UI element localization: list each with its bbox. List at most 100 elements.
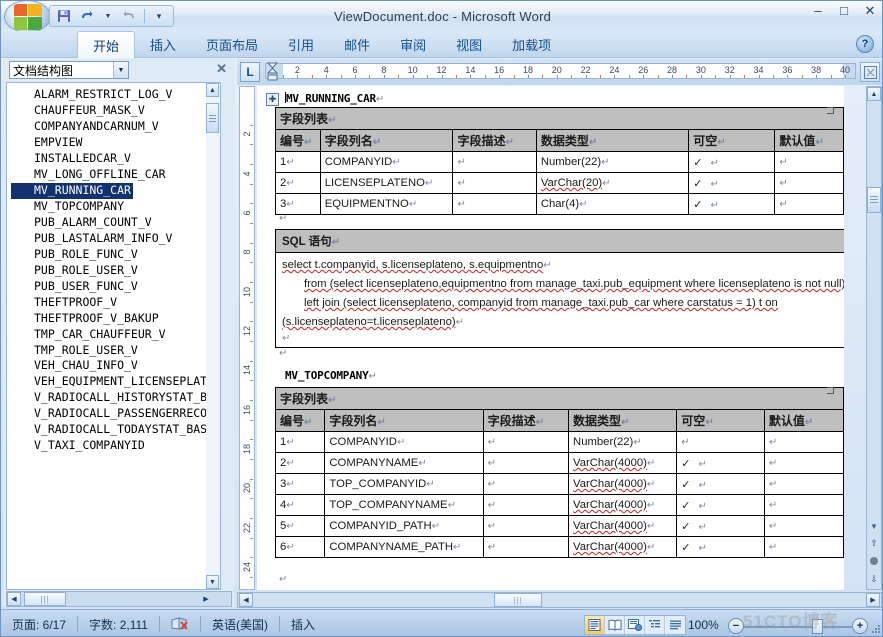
field-list-table-2[interactable]: 字段列表↵ 编号↵ 字段列名↵ 字段描述↵ 数据类型↵ 可空↵ 默认值↵ 1↵ COMPANYI…	[274, 387, 844, 558]
vertical-ruler[interactable]: 2 4 6 8 10 12 14 16 18 20 22 24	[239, 86, 255, 590]
zoom-out-button[interactable]: −	[728, 618, 744, 634]
document-map-item[interactable]: MV_TOPCOMPANY	[11, 199, 219, 215]
close-document-map-button[interactable]: ✕	[216, 61, 227, 77]
word-count-indicator[interactable]: 字数: 2,111	[78, 614, 159, 634]
next-page-button[interactable]: ⇩	[867, 571, 881, 587]
customize-quick-access-toolbar-button[interactable]: ▾	[149, 7, 169, 26]
cell-data-type[interactable]: VarChar(20)↵	[535, 172, 690, 194]
resize-grip-icon[interactable]	[868, 622, 882, 636]
close-button[interactable]: ✕	[862, 4, 878, 18]
cell-no[interactable]: 3↵	[275, 193, 321, 215]
cell-default-value[interactable]: ↵	[763, 494, 844, 516]
cell-field-name[interactable]: TOP_COMPANYNAME↵	[324, 494, 484, 516]
cell-no[interactable]: 2↵	[275, 172, 321, 194]
table-row[interactable]: 6↵ COMPANYNAME_PATH↵ ↵ VarChar(4000)↵ ✓ ↵ ↵	[274, 536, 844, 558]
document-map-item[interactable]: ALARM_RESTRICT_LOG_V	[11, 87, 219, 103]
ribbon-tab-6[interactable]: 视图	[441, 31, 497, 58]
cell-default-value[interactable]: ↵	[763, 536, 844, 558]
insert-mode-indicator[interactable]: 插入	[280, 614, 326, 634]
document-map-item[interactable]: VEH_CHAU_INFO_V	[11, 358, 219, 374]
minimize-button[interactable]: –	[810, 4, 826, 18]
sql-statement-table[interactable]: SQL 语句↵ select t.companyid, s.licensepla…	[275, 229, 844, 348]
cell-default-value[interactable]: ↵	[763, 473, 844, 495]
scroll-left-arrow-icon[interactable]: ◀	[7, 592, 21, 606]
table-row[interactable]: 2↵ COMPANYNAME↵ ↵ VarChar(4000)↵ ✓ ↵ ↵	[274, 452, 844, 474]
cell-no[interactable]: 1↵	[275, 151, 321, 173]
document-map-item[interactable]: V_TAXI_COMPANYID	[11, 438, 219, 454]
view-ruler-button[interactable]	[860, 62, 880, 82]
zoom-in-button[interactable]: +	[852, 618, 868, 634]
cell-nullable[interactable]: ✓ ↵	[676, 515, 765, 537]
undo-dropdown-button[interactable]: ▼	[98, 7, 118, 26]
ribbon-tab-5[interactable]: 审阅	[385, 31, 441, 58]
cell-data-type[interactable]: Number(22)↵	[535, 151, 690, 173]
document-map-item[interactable]: PUB_ROLE_USER_V	[11, 263, 219, 279]
zoom-level-label[interactable]: 100%	[688, 618, 719, 632]
document-map-item[interactable]: EMPVIEW	[11, 135, 219, 151]
cell-default-value[interactable]: ↵	[763, 452, 844, 474]
table-row[interactable]: 1↵ COMPANYID↵ ↵ Number(22)↵ ✓ ↵ ↵	[275, 151, 844, 173]
cell-field-name[interactable]: EQUIPMENTNO↵	[319, 193, 454, 215]
cell-data-type[interactable]: Char(4)↵	[535, 193, 690, 215]
h-scrollbar-thumb[interactable]: |||	[24, 592, 66, 606]
scroll-up-arrow-icon[interactable]: ▲	[206, 83, 219, 97]
cell-no[interactable]: 4↵	[274, 494, 326, 516]
document-map-horizontal-scrollbar[interactable]: ◀ ||| ▶	[6, 591, 232, 607]
cell-field-desc[interactable]: ↵	[452, 151, 537, 173]
field-list-table-1[interactable]: 字段列表↵ 编号↵ 字段列名↵ 字段描述↵ 数据类型↵ 可空↵ 默认值↵ 1↵ COMPANYI…	[275, 107, 844, 215]
scroll-right-arrow-icon[interactable]: ▶	[199, 592, 213, 606]
undo-button[interactable]	[76, 7, 96, 26]
document-page[interactable]: ✚ MV_RUNNING_CAR↵ 字段列表↵ 编号↵ 字段列名↵ 字段描述↵ 数据类型…	[257, 86, 844, 590]
document-map-item[interactable]: MV_LONG_OFFLINE_CAR	[11, 167, 219, 183]
document-map-item[interactable]: V_RADIOCALL_TODAYSTAT_BASIC	[11, 422, 219, 438]
cell-default-value[interactable]: ↵	[774, 151, 844, 173]
help-icon[interactable]: ?	[856, 35, 874, 53]
scroll-left-arrow-icon[interactable]: ◀	[239, 593, 253, 607]
scroll-down-arrow-icon[interactable]: ▼	[206, 575, 219, 589]
table-row[interactable]: 3↵ TOP_COMPANYID↵ ↵ VarChar(4000)↵ ✓ ↵ ↵	[274, 473, 844, 495]
h-scrollbar-thumb[interactable]: |||	[494, 593, 542, 607]
cell-data-type[interactable]: VarChar(4000)↵	[568, 515, 678, 537]
scroll-up-arrow-icon[interactable]: ▲	[867, 87, 881, 101]
table-row[interactable]: 2↵ LICENSEPLATENO↵ ↵ VarChar(20)↵ ✓ ↵ ↵	[275, 172, 844, 194]
chevron-down-icon[interactable]: ▼	[113, 62, 128, 78]
ribbon-tab-4[interactable]: 邮件	[329, 31, 385, 58]
table-move-handle[interactable]: ✚	[266, 93, 279, 106]
outline-view-button[interactable]	[645, 616, 665, 634]
cell-field-desc[interactable]: ↵	[482, 473, 570, 495]
cell-field-name[interactable]: COMPANYID↵	[319, 151, 454, 173]
cell-default-value[interactable]: ↵	[763, 431, 844, 453]
ribbon-tab-7[interactable]: 加载项	[497, 31, 566, 58]
table-row[interactable]: 1↵ COMPANYID↵ ↵ Number(22)↵ ↵ ↵	[274, 431, 844, 453]
document-map-item[interactable]: CHAUFFEUR_MASK_V	[11, 103, 219, 119]
cell-field-desc[interactable]: ↵	[482, 515, 570, 537]
cell-default-value[interactable]: ↵	[774, 193, 844, 215]
document-scroll-port[interactable]: ✚ MV_RUNNING_CAR↵ 字段列表↵ 编号↵ 字段列名↵ 字段描述↵ 数据类型…	[257, 86, 844, 590]
document-map-item[interactable]: PUB_USER_FUNC_V	[11, 279, 219, 295]
cell-field-desc[interactable]: ↵	[452, 172, 537, 194]
document-map-item[interactable]: MV_RUNNING_CAR	[11, 182, 219, 200]
cell-data-type[interactable]: VarChar(4000)↵	[568, 494, 678, 516]
cell-field-name[interactable]: COMPANYID↵	[324, 431, 484, 453]
indent-markers[interactable]	[266, 62, 279, 87]
previous-page-button[interactable]: ⇧	[867, 535, 881, 551]
cell-no[interactable]: 2↵	[274, 452, 326, 474]
scrollbar-thumb[interactable]	[867, 187, 881, 213]
document-map-list[interactable]: ALARM_RESTRICT_LOG_V CHAUFFEUR_MASK_V COMP…	[6, 82, 220, 590]
cell-field-desc[interactable]: ↵	[452, 193, 537, 215]
redo-button[interactable]	[120, 7, 140, 26]
cell-nullable[interactable]: ✓ ↵	[688, 151, 776, 173]
table-row[interactable]: 5↵ COMPANYID_PATH↵ ↵ VarChar(4000)↵ ✓ ↵ ↵	[274, 515, 844, 537]
cell-field-name[interactable]: COMPANYNAME↵	[324, 452, 484, 474]
table-row[interactable]: 4↵ TOP_COMPANYNAME↵ ↵ VarChar(4000)↵ ✓ ↵ ↵	[274, 494, 844, 516]
document-map-item[interactable]: COMPANYANDCARNUM_V	[11, 119, 219, 135]
zoom-slider-thumb[interactable]	[812, 619, 823, 634]
horizontal-ruler[interactable]: 2 4 6 8 10 12 14 16 18 20 22 24 26 28 30 32 34 36 38 40	[265, 63, 856, 79]
document-map-selector[interactable]: 文档结构图 ▼	[9, 61, 129, 79]
select-browse-object-button[interactable]	[867, 553, 881, 569]
save-button[interactable]	[54, 7, 74, 26]
cell-default-value[interactable]: ↵	[774, 172, 844, 194]
document-map-item[interactable]: TMP_CAR_CHAUFFEUR_V	[11, 327, 219, 343]
cell-field-desc[interactable]: ↵	[482, 431, 570, 453]
zoom-slider[interactable]: − +	[728, 618, 868, 634]
